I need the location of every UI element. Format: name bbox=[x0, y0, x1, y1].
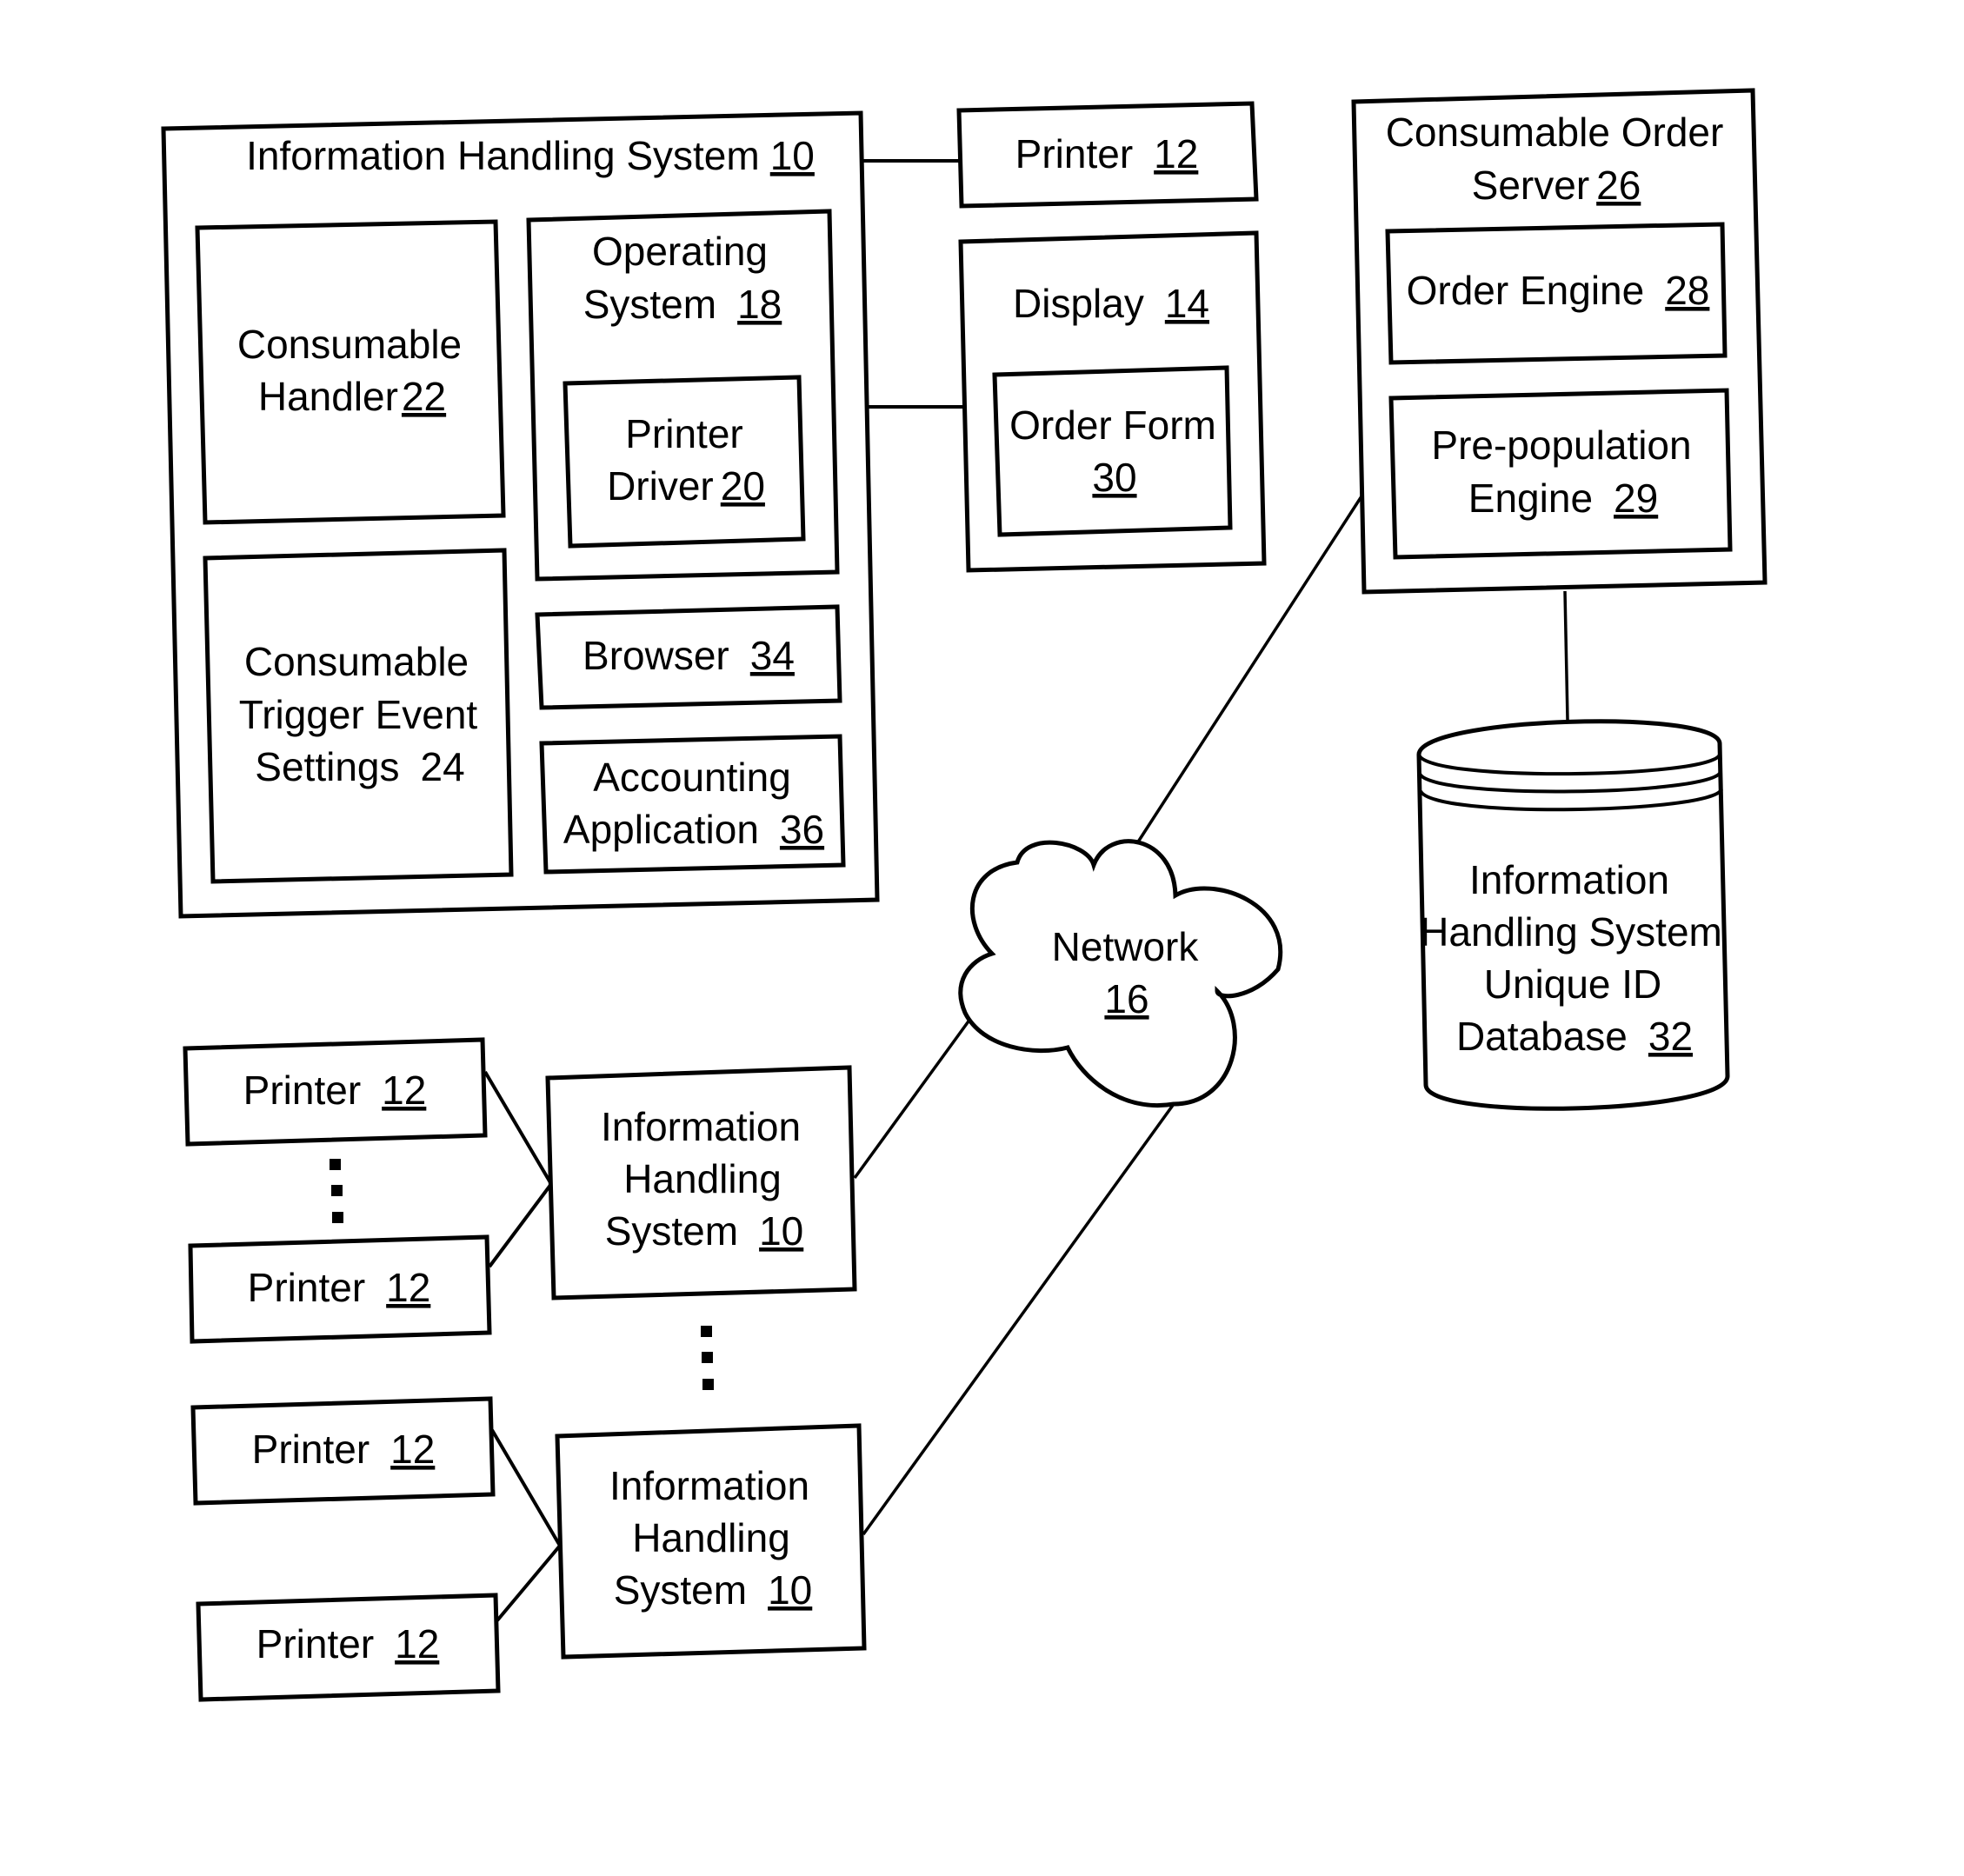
label-line: Operating bbox=[592, 229, 768, 274]
label-line: Handling bbox=[623, 1156, 782, 1201]
label-line: Handler22 bbox=[258, 374, 446, 419]
label-line: Unique ID bbox=[1484, 961, 1662, 1007]
remote-ihs-2: Information Handling System 10 bbox=[555, 1423, 867, 1660]
label-line: Network bbox=[1052, 924, 1200, 969]
ellipsis-dot bbox=[330, 1159, 341, 1170]
ref-number: 30 bbox=[1092, 455, 1136, 500]
label-line: Driver 20 bbox=[607, 463, 765, 509]
label-line: System 18 bbox=[583, 282, 782, 327]
label-line: Pre-population bbox=[1431, 422, 1691, 468]
cloud-icon bbox=[958, 839, 1282, 1108]
system-diagram: Information Handling System 10 Consumable… bbox=[161, 88, 1768, 1702]
label-line: Server 26 bbox=[1472, 163, 1641, 208]
label-line: Handling bbox=[632, 1515, 790, 1560]
label-line: Accounting bbox=[593, 755, 791, 800]
label-line: Information bbox=[1469, 857, 1669, 902]
trigger-event-settings: Consumable Trigger Event Settings 24 bbox=[203, 548, 514, 884]
prepopulation-engine: Pre-population Engine 29 bbox=[1388, 388, 1733, 560]
label-line: Browser 34 bbox=[583, 633, 795, 678]
order-form-box bbox=[992, 365, 1233, 537]
label-line: Trigger Event bbox=[239, 692, 478, 737]
operating-system: Operating System 18 Printer Driver 20 bbox=[526, 209, 840, 582]
label-line: Consumable Order bbox=[1386, 110, 1724, 155]
prepopulation-engine-box bbox=[1388, 388, 1733, 560]
printer-2a: Printer 12 bbox=[190, 1396, 496, 1506]
printer-2b: Printer 12 bbox=[196, 1593, 501, 1702]
connector-remote-ihs1-network bbox=[853, 1017, 972, 1180]
printer-1a: Printer 12 bbox=[183, 1037, 488, 1147]
connector-printer2a-ihs2 bbox=[490, 1428, 562, 1547]
label-line: Consumable bbox=[237, 322, 462, 367]
printer-driver: Printer Driver 20 bbox=[563, 375, 806, 549]
label-line: Printer 12 bbox=[248, 1265, 431, 1310]
label-line: Consumable bbox=[244, 639, 469, 684]
label-line: System 10 bbox=[614, 1567, 813, 1613]
label-line: Application 36 bbox=[563, 807, 824, 852]
label-line: Printer 12 bbox=[1015, 131, 1199, 176]
order-form: Order Form 30 bbox=[992, 365, 1233, 537]
ref-number: 10 bbox=[770, 133, 815, 178]
label-line: Order Form bbox=[1009, 402, 1216, 448]
label-line: System 10 bbox=[605, 1208, 804, 1254]
label-line: Printer 12 bbox=[252, 1427, 436, 1472]
ihs-main: Information Handling System 10 Consumable… bbox=[161, 110, 880, 919]
printer-1b: Printer 12 bbox=[188, 1234, 492, 1344]
connector-printer1a-ihs1 bbox=[483, 1070, 553, 1186]
printer-top: Printer 12 bbox=[956, 101, 1259, 209]
label-line: Information bbox=[609, 1463, 809, 1508]
ellipsis-dot bbox=[701, 1326, 712, 1337]
accounting-application: Accounting Application 36 bbox=[539, 734, 846, 875]
remote-group-1: Printer 12 Printer 12 Information Handling… bbox=[183, 1037, 857, 1344]
label-line: Display 14 bbox=[1013, 281, 1209, 326]
label-line: Printer 12 bbox=[256, 1621, 440, 1666]
ellipsis-dot bbox=[702, 1352, 713, 1363]
browser: Browser 34 bbox=[535, 604, 842, 710]
display: Display 14 Order Form 30 bbox=[958, 230, 1267, 573]
consumable-handler-box bbox=[195, 219, 506, 525]
consumable-order-server: Consumable Order Server 26 Order Engine 28… bbox=[1351, 88, 1768, 595]
ellipsis-dot bbox=[332, 1212, 343, 1223]
unique-id-database: Information Handling System Unique ID Da… bbox=[1416, 719, 1730, 1111]
label-line: Printer 12 bbox=[243, 1068, 427, 1113]
ref-number: 16 bbox=[1104, 976, 1148, 1021]
network-cloud: Network 16 bbox=[958, 839, 1282, 1108]
label-line: Printer bbox=[625, 411, 742, 456]
printer-driver-box bbox=[563, 375, 806, 549]
remote-group-2: Printer 12 Printer 12 Information Handling… bbox=[190, 1396, 867, 1702]
ellipsis-dot bbox=[331, 1185, 343, 1196]
label-line: Settings 24 bbox=[255, 744, 464, 789]
ihs-main-title: Information Handling System 10 bbox=[246, 133, 815, 178]
remote-ihs-1: Information Handling System 10 bbox=[545, 1065, 857, 1301]
connector-order-server-database bbox=[1563, 590, 1569, 721]
label-line: Engine 29 bbox=[1468, 476, 1658, 521]
connector-printer2b-ihs2 bbox=[496, 1544, 562, 1622]
order-engine: Order Engine 28 bbox=[1385, 222, 1728, 365]
connector-printer1b-ihs1 bbox=[488, 1182, 553, 1268]
label-line: Handling System bbox=[1420, 909, 1722, 955]
label-line: Database 32 bbox=[1456, 1014, 1693, 1059]
ellipsis-dot bbox=[702, 1379, 714, 1390]
consumable-handler: Consumable Handler22 bbox=[195, 219, 506, 525]
label-line: Information bbox=[601, 1104, 801, 1149]
connector-remote-ihs2-network bbox=[862, 1102, 1175, 1536]
